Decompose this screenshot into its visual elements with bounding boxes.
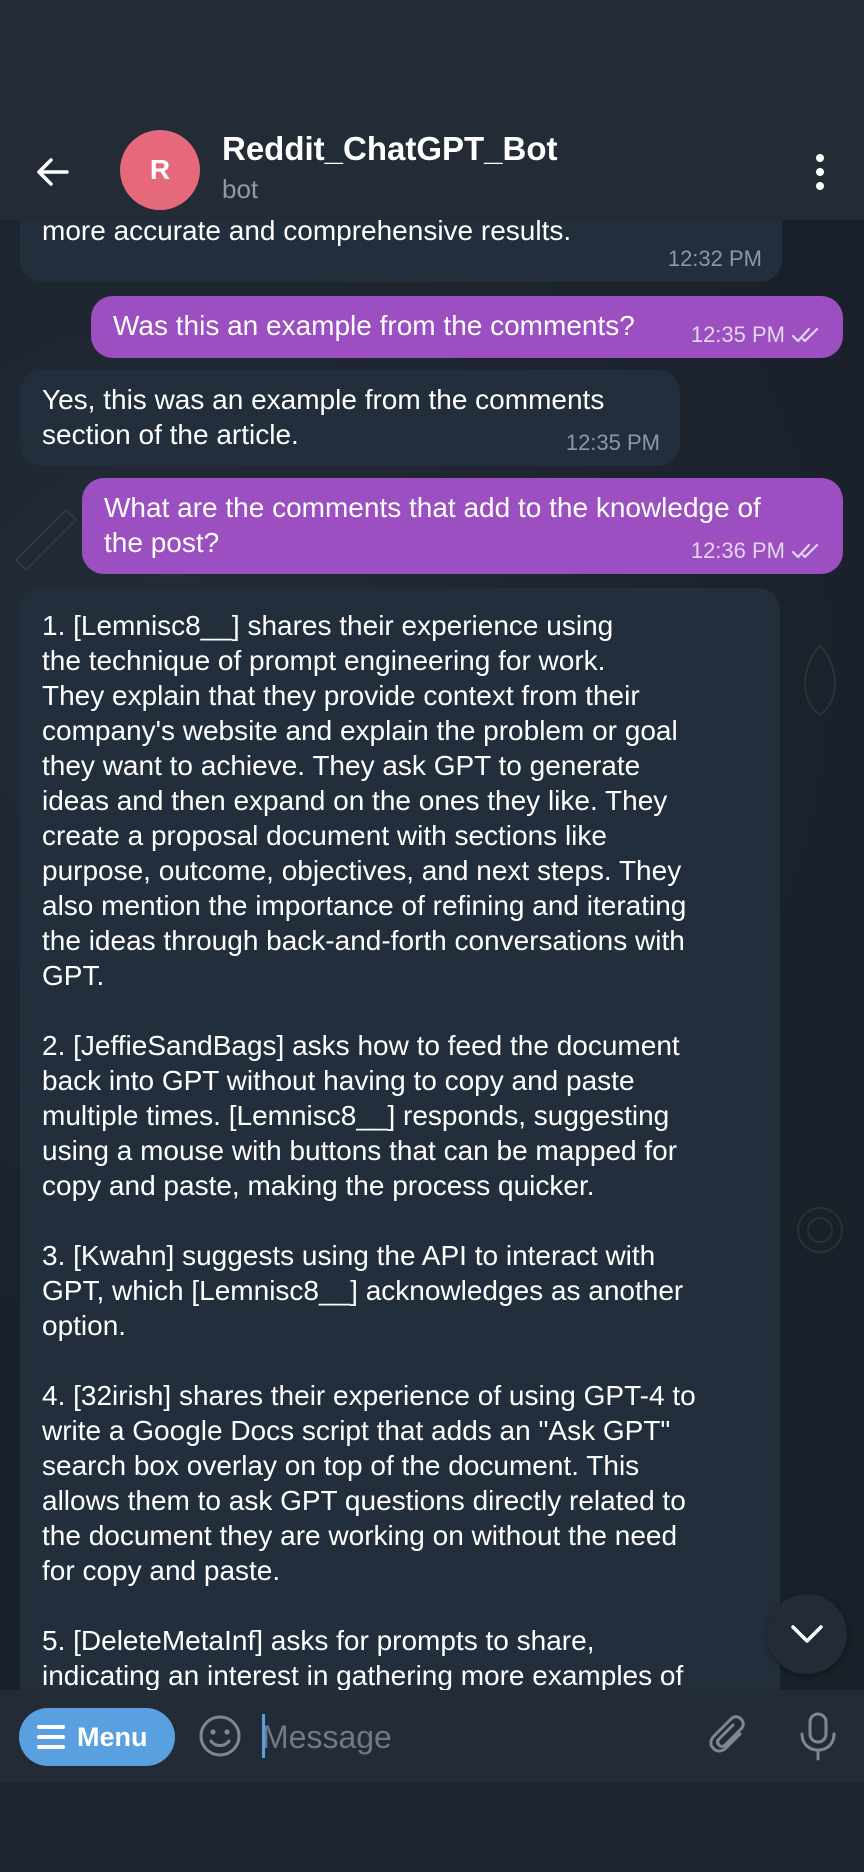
paperclip-icon — [709, 1715, 745, 1753]
message-input[interactable] — [262, 1714, 682, 1760]
voice-message-button[interactable] — [796, 1710, 840, 1762]
microphone-icon — [800, 1712, 836, 1761]
message-list[interactable]: feedback. This collaborative approach ca… — [0, 220, 864, 1690]
message-time: 12:36 PM — [690, 538, 785, 563]
back-button[interactable] — [26, 146, 78, 198]
chat-subtitle: bot — [222, 174, 259, 204]
message-bubble-outgoing[interactable]: What are the comments that add to the kn… — [82, 478, 843, 574]
menu-button[interactable]: Menu — [19, 1708, 175, 1766]
hamburger-icon — [37, 1725, 65, 1749]
message-bubble-incoming[interactable]: 1. [Lemnisc8__] shares their experience … — [20, 588, 780, 1690]
more-vertical-icon — [816, 154, 824, 162]
message-text: Yes, this was an example from the commen… — [42, 384, 605, 450]
message-text: 1. [Lemnisc8__] shares their experience … — [42, 610, 696, 1690]
more-options-button[interactable] — [800, 150, 840, 194]
scroll-to-bottom-button[interactable] — [767, 1594, 847, 1674]
double-check-icon — [791, 543, 819, 558]
message-text: Was this an example from the comments? — [113, 310, 635, 341]
message-meta: 12:36 PM — [691, 533, 823, 568]
message-text: feedback. This collaborative approach ca… — [42, 220, 572, 246]
avatar[interactable]: R — [120, 130, 200, 210]
message-time: 12:35 PM — [690, 322, 785, 347]
menu-label: Menu — [77, 1721, 148, 1752]
message-time: 12:32 PM — [667, 246, 762, 271]
message-time: 12:35 PM — [565, 430, 660, 455]
double-check-icon — [791, 327, 819, 342]
chat-header: R Reddit_ChatGPT_Bot bot — [0, 120, 864, 220]
message-bubble-outgoing[interactable]: Was this an example from the comments? 1… — [91, 296, 843, 358]
wallpaper-doodle — [804, 643, 836, 717]
emoji-icon — [199, 1715, 241, 1757]
status-bar — [0, 0, 864, 120]
message-bubble-incoming[interactable]: feedback. This collaborative approach ca… — [20, 220, 782, 282]
attach-button[interactable] — [706, 1712, 754, 1760]
composer-bar: Menu — [0, 1690, 864, 1782]
chevron-down-icon — [791, 1625, 823, 1643]
message-meta: 12:35 PM — [691, 317, 823, 352]
wallpaper-doodle — [14, 508, 78, 572]
message-bubble-incoming[interactable]: Yes, this was an example from the commen… — [20, 370, 680, 466]
message-text: What are the comments that add to the kn… — [104, 492, 761, 558]
text-cursor — [262, 1714, 265, 1758]
chat-title[interactable]: Reddit_ChatGPT_Bot — [222, 130, 558, 168]
system-navigation-area — [0, 1782, 864, 1872]
wallpaper-doodle — [797, 1207, 843, 1253]
arrow-left-icon — [37, 158, 69, 186]
emoji-button[interactable] — [196, 1712, 244, 1760]
